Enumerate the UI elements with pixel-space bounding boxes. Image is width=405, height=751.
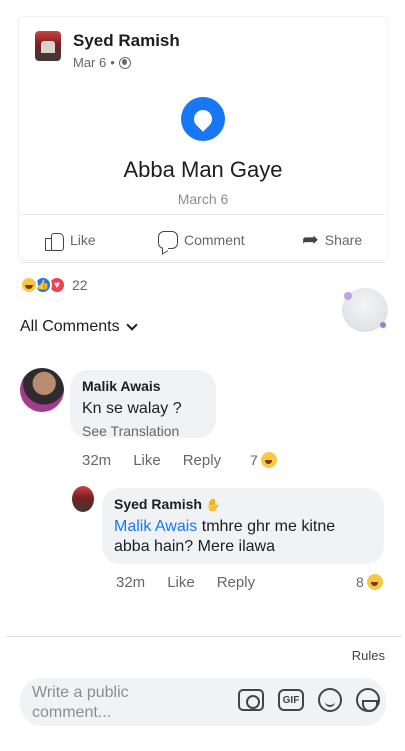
smile-icon[interactable] xyxy=(318,688,342,712)
waving-hand-icon: ✋ xyxy=(205,498,221,512)
haha-reaction-icon xyxy=(20,276,38,294)
event-title: Abba Man Gaye xyxy=(123,157,283,182)
reply-actions: 32m Like Reply xyxy=(116,574,277,591)
comment-bubble[interactable]: Malik Awais Kn se walay ? See Translatio… xyxy=(70,370,216,439)
like-button[interactable]: Like xyxy=(44,230,96,251)
reply-author-name[interactable]: Syed Ramish xyxy=(114,496,202,512)
comment-actions: 32m Like Reply xyxy=(82,452,243,469)
comments-filter-label: All Comments xyxy=(20,318,120,335)
bubble-dot xyxy=(380,322,386,328)
reply-reaction-number: 8 xyxy=(356,574,364,590)
globe-icon xyxy=(118,56,131,69)
author-name[interactable]: Syed Ramish xyxy=(73,31,180,51)
comment-author[interactable]: Malik Awais xyxy=(82,378,204,394)
divider xyxy=(20,214,385,215)
share-label: Share xyxy=(324,232,363,248)
commenter-avatar[interactable] xyxy=(20,368,64,412)
comment-composer[interactable]: Write a public comment... GIF xyxy=(20,678,386,726)
composer-tools: GIF xyxy=(238,688,380,712)
comment-reply-button[interactable]: Reply xyxy=(183,452,221,469)
reply-author: Syed Ramish ✋ xyxy=(114,496,372,512)
rules-link[interactable]: Rules xyxy=(352,648,385,663)
comments-filter[interactable]: All Comments xyxy=(20,318,138,336)
reply-text-block: Malik Awais tmhre ghr me kitne abba hain… xyxy=(114,517,372,557)
haha-reaction-icon xyxy=(366,574,383,590)
reply-reaction-count[interactable]: 8 xyxy=(356,574,383,590)
divider xyxy=(6,636,401,637)
comment-icon xyxy=(158,231,178,249)
comment-label: Comment xyxy=(184,232,245,248)
share-button[interactable]: ➦ Share xyxy=(302,229,363,251)
life-event: Abba Man Gaye March 6 xyxy=(19,97,387,207)
like-label: Like xyxy=(70,232,96,248)
comment-reaction-count[interactable]: 7 xyxy=(250,452,277,468)
author-block: Syed Ramish Mar 6 • xyxy=(73,31,180,70)
event-date: March 6 xyxy=(177,191,229,207)
bubble-dot xyxy=(344,292,352,300)
author-avatar[interactable] xyxy=(35,31,61,61)
reaction-count: 22 xyxy=(72,277,88,293)
reply-like-button[interactable]: Like xyxy=(167,574,195,591)
heart-badge-icon xyxy=(181,97,225,141)
chat-head-bubble[interactable] xyxy=(342,288,388,332)
reaction-summary[interactable]: 👍 ♥ 22 xyxy=(20,276,88,294)
share-arrow-icon: ➦ xyxy=(302,229,319,251)
mention-link[interactable]: Malik Awais xyxy=(114,518,197,535)
reply-reply-button[interactable]: Reply xyxy=(217,574,255,591)
comment-input[interactable]: Write a public comment... xyxy=(32,683,172,723)
post-date[interactable]: Mar 6 xyxy=(73,55,106,70)
haha-reaction-icon xyxy=(260,452,277,468)
action-bar: Like Comment ➦ Share xyxy=(0,222,405,258)
reply-time[interactable]: 32m xyxy=(116,574,145,591)
reply-bubble[interactable]: Syed Ramish ✋ Malik Awais tmhre ghr me k… xyxy=(102,488,384,564)
comment-button[interactable]: Comment xyxy=(158,231,245,249)
camera-icon[interactable] xyxy=(238,689,264,711)
post-meta: Mar 6 • xyxy=(73,55,180,70)
comment-like-button[interactable]: Like xyxy=(133,452,161,469)
chevron-down-icon xyxy=(125,319,138,331)
divider xyxy=(20,262,385,263)
meta-separator: • xyxy=(110,55,115,70)
gif-icon[interactable]: GIF xyxy=(278,689,304,711)
thumbs-up-icon xyxy=(44,230,64,251)
comment-time[interactable]: 32m xyxy=(82,452,111,469)
post-header: Syed Ramish Mar 6 • xyxy=(35,31,180,70)
see-translation-link[interactable]: See Translation xyxy=(82,423,204,439)
sticker-icon[interactable] xyxy=(356,688,380,712)
replier-avatar[interactable] xyxy=(72,486,94,512)
comment-reaction-number: 7 xyxy=(250,452,258,468)
comment-text: Kn se walay ? xyxy=(82,400,182,417)
